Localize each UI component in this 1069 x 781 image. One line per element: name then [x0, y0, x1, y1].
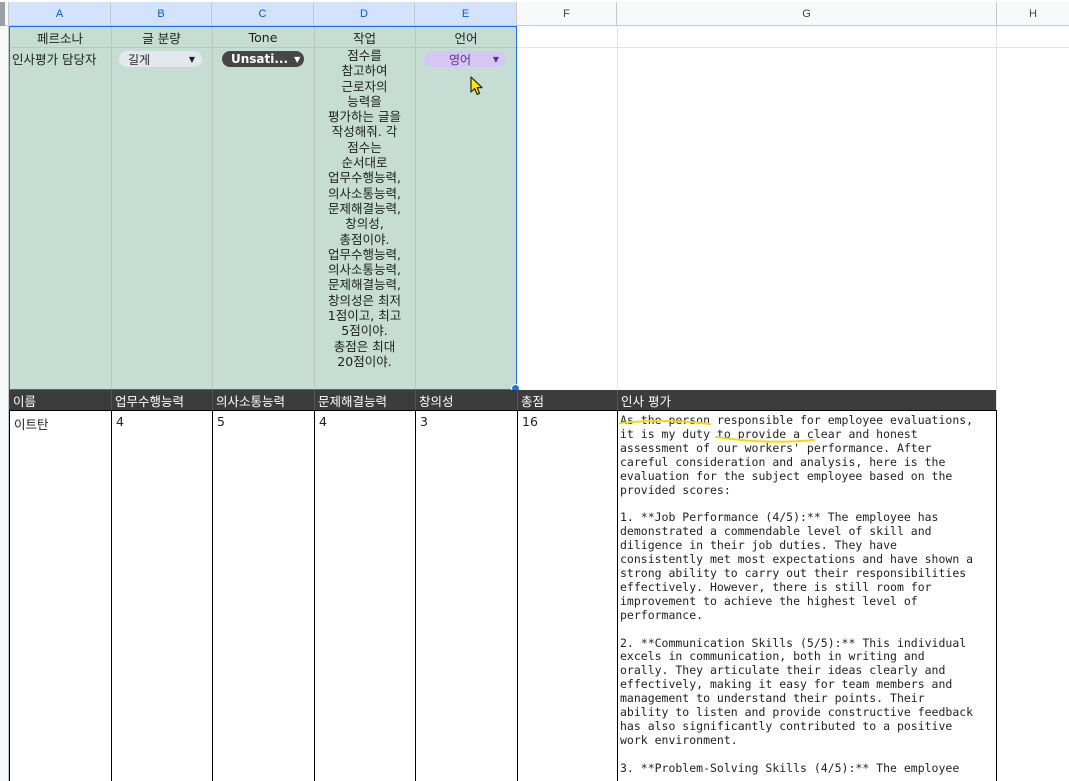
cell-creativity[interactable]: 3 [416, 411, 517, 432]
row-header-bar [0, 26, 9, 781]
gridline [212, 390, 213, 410]
column-header-a[interactable]: A [9, 2, 111, 26]
gridline [617, 26, 618, 390]
column-header-b[interactable]: B [111, 2, 212, 26]
cell-name[interactable]: 이트탄 [10, 411, 111, 436]
gridline [314, 410, 315, 781]
column-header-d[interactable]: D [314, 2, 415, 26]
gridline [517, 47, 1069, 48]
th-creativity[interactable]: 창의성 [415, 390, 517, 410]
cell-total[interactable]: 16 [518, 411, 617, 432]
th-job-performance[interactable]: 업무수행능력 [111, 390, 212, 410]
th-name[interactable]: 이름 [9, 390, 111, 410]
column-header-g[interactable]: G [617, 2, 997, 26]
column-header-f[interactable]: F [517, 2, 617, 26]
th-evaluation[interactable]: 인사 평가 [617, 390, 996, 410]
gridline [111, 410, 112, 781]
column-header-h[interactable]: H [997, 2, 1069, 26]
th-total[interactable]: 총점 [517, 390, 617, 410]
column-header-e[interactable]: E [415, 2, 517, 26]
gridline [314, 390, 315, 410]
gridline [617, 390, 618, 410]
gridline [517, 410, 518, 781]
gridline [212, 410, 213, 781]
cell-evaluation[interactable]: As the person responsible for employee e… [620, 414, 996, 781]
gridline [415, 390, 416, 410]
cell-problem-solving[interactable]: 4 [315, 411, 415, 432]
th-problem-solving[interactable]: 문제해결능력 [314, 390, 415, 410]
cell-job-performance[interactable]: 4 [112, 411, 212, 432]
gridline [9, 410, 10, 781]
gridline [415, 410, 416, 781]
gridline [617, 410, 618, 781]
selection-border [9, 26, 517, 390]
gridline [111, 390, 112, 410]
gridline [996, 410, 997, 781]
corner-bar [0, 2, 5, 26]
highlight-annotation [619, 419, 815, 443]
th-communication[interactable]: 의사소통능력 [212, 390, 314, 410]
column-header-c[interactable]: C [212, 2, 314, 26]
cell-communication[interactable]: 5 [213, 411, 314, 432]
gridline [517, 390, 518, 410]
